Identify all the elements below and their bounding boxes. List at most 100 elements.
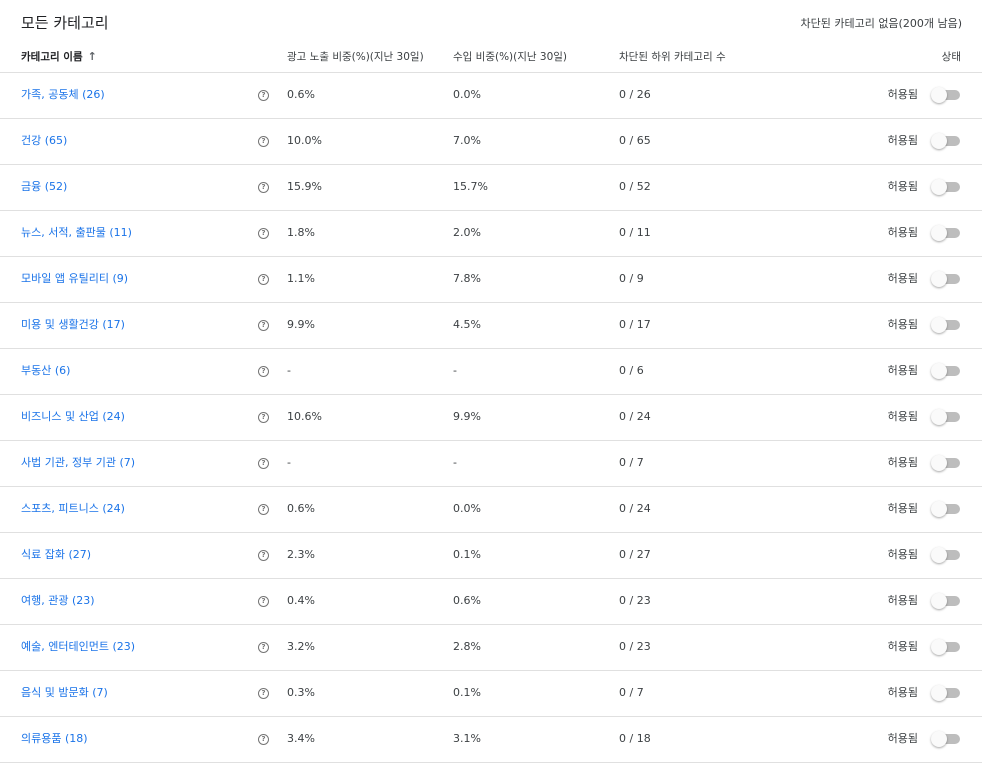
category-name-link[interactable]: 뉴스, 서적, 출판물 (11) bbox=[21, 225, 132, 241]
category-name-link[interactable]: 여행, 관광 (23) bbox=[21, 593, 95, 609]
category-name-link[interactable]: 비즈니스 및 산업 (24) bbox=[21, 409, 125, 425]
toggle-thumb bbox=[931, 639, 947, 655]
toggle-thumb bbox=[931, 363, 947, 379]
sort-ascending-icon[interactable]: ↑ bbox=[88, 49, 97, 65]
column-header-name[interactable]: 카테고리 이름 ↑ bbox=[21, 49, 97, 65]
category-name-link[interactable]: 모바일 앱 유틸리티 (9) bbox=[21, 271, 128, 287]
column-header-revenue[interactable]: 수입 비중(%)(지난 30일) bbox=[453, 49, 567, 65]
revenue-share: 0.0% bbox=[453, 88, 481, 101]
revenue-share: - bbox=[453, 456, 457, 469]
help-circle-icon[interactable]: ? bbox=[258, 182, 269, 193]
impression-share: - bbox=[287, 364, 291, 377]
impression-share: 9.9% bbox=[287, 318, 315, 331]
block-toggle[interactable] bbox=[931, 593, 961, 609]
category-name-link[interactable]: 부동산 (6) bbox=[21, 363, 70, 379]
table-header: 카테고리 이름 ↑ 광고 노출 비중(%)(지난 30일) 수입 비중(%)(지난… bbox=[0, 46, 982, 73]
toggle-thumb bbox=[931, 731, 947, 747]
help-circle-icon[interactable]: ? bbox=[258, 320, 269, 331]
status-label: 허용됨 bbox=[887, 640, 918, 653]
status-label: 허용됨 bbox=[887, 686, 918, 699]
help-circle-icon[interactable]: ? bbox=[258, 366, 269, 377]
category-name-link[interactable]: 식료 잡화 (27) bbox=[21, 547, 91, 563]
impression-share: 0.6% bbox=[287, 502, 315, 515]
block-toggle[interactable] bbox=[931, 685, 961, 701]
table-row: 건강 (65) ? 10.0% 7.0% 0 / 65 허용됨 bbox=[0, 119, 982, 165]
impression-share: 1.1% bbox=[287, 272, 315, 285]
blocked-subcategory-count: 0 / 23 bbox=[619, 594, 651, 607]
toggle-thumb bbox=[931, 547, 947, 563]
toggle-thumb bbox=[931, 225, 947, 241]
help-circle-icon[interactable]: ? bbox=[258, 90, 269, 101]
impression-share: - bbox=[287, 456, 291, 469]
block-toggle[interactable] bbox=[931, 133, 961, 149]
block-toggle[interactable] bbox=[931, 501, 961, 517]
block-toggle[interactable] bbox=[931, 179, 961, 195]
block-toggle[interactable] bbox=[931, 731, 961, 747]
status-label: 허용됨 bbox=[887, 272, 918, 285]
help-circle-icon[interactable]: ? bbox=[258, 458, 269, 469]
help-circle-icon[interactable]: ? bbox=[258, 734, 269, 745]
block-toggle[interactable] bbox=[931, 87, 961, 103]
category-name-link[interactable]: 가족, 공동체 (26) bbox=[21, 87, 105, 103]
block-toggle[interactable] bbox=[931, 547, 961, 563]
block-toggle[interactable] bbox=[931, 455, 961, 471]
category-name-link[interactable]: 음식 및 밤문화 (7) bbox=[21, 685, 108, 701]
blocked-subcategory-count: 0 / 18 bbox=[619, 732, 651, 745]
help-circle-icon[interactable]: ? bbox=[258, 228, 269, 239]
column-header-impressions[interactable]: 광고 노출 비중(%)(지난 30일) bbox=[287, 49, 424, 65]
category-name-link[interactable]: 예술, 엔터테인먼트 (23) bbox=[21, 639, 135, 655]
blocked-subcategory-count: 0 / 17 bbox=[619, 318, 651, 331]
table-row: 가족, 공동체 (26) ? 0.6% 0.0% 0 / 26 허용됨 bbox=[0, 73, 982, 119]
category-name-link[interactable]: 스포츠, 피트니스 (24) bbox=[21, 501, 125, 517]
category-name-link[interactable]: 미용 및 생활건강 (17) bbox=[21, 317, 125, 333]
help-circle-icon[interactable]: ? bbox=[258, 274, 269, 285]
impression-share: 10.0% bbox=[287, 134, 322, 147]
category-name-link[interactable]: 사법 기관, 정부 기관 (7) bbox=[21, 455, 135, 471]
table-row: 스포츠, 피트니스 (24) ? 0.6% 0.0% 0 / 24 허용됨 bbox=[0, 487, 982, 533]
block-toggle[interactable] bbox=[931, 271, 961, 287]
help-circle-icon[interactable]: ? bbox=[258, 412, 269, 423]
impression-share: 3.4% bbox=[287, 732, 315, 745]
revenue-share: 4.5% bbox=[453, 318, 481, 331]
help-circle-icon[interactable]: ? bbox=[258, 550, 269, 561]
category-name-link[interactable]: 의류용품 (18) bbox=[21, 731, 88, 747]
revenue-share: 7.0% bbox=[453, 134, 481, 147]
category-blocking-panel: 모든 카테고리 차단된 카테고리 없음(200개 남음) 카테고리 이름 ↑ 광고… bbox=[0, 0, 982, 766]
revenue-share: - bbox=[453, 364, 457, 377]
block-toggle[interactable] bbox=[931, 409, 961, 425]
help-circle-icon[interactable]: ? bbox=[258, 642, 269, 653]
status-label: 허용됨 bbox=[887, 134, 918, 147]
help-circle-icon[interactable]: ? bbox=[258, 136, 269, 147]
block-toggle[interactable] bbox=[931, 225, 961, 241]
status-label: 허용됨 bbox=[887, 732, 918, 745]
revenue-share: 7.8% bbox=[453, 272, 481, 285]
revenue-share: 2.0% bbox=[453, 226, 481, 239]
blocked-subcategory-count: 0 / 23 bbox=[619, 640, 651, 653]
block-toggle[interactable] bbox=[931, 363, 961, 379]
category-name-link[interactable]: 건강 (65) bbox=[21, 133, 67, 149]
revenue-share: 0.1% bbox=[453, 548, 481, 561]
revenue-share: 0.6% bbox=[453, 594, 481, 607]
help-circle-icon[interactable]: ? bbox=[258, 688, 269, 699]
status-label: 허용됨 bbox=[887, 180, 918, 193]
help-circle-icon[interactable]: ? bbox=[258, 504, 269, 515]
toggle-thumb bbox=[931, 87, 947, 103]
table-row: 사법 기관, 정부 기관 (7) ? - - 0 / 7 허용됨 bbox=[0, 441, 982, 487]
table-row: 예술, 엔터테인먼트 (23) ? 3.2% 2.8% 0 / 23 허용됨 bbox=[0, 625, 982, 671]
blocked-subcategory-count: 0 / 11 bbox=[619, 226, 651, 239]
impression-share: 10.6% bbox=[287, 410, 322, 423]
table-row: 의류용품 (18) ? 3.4% 3.1% 0 / 18 허용됨 bbox=[0, 717, 982, 763]
status-label: 허용됨 bbox=[887, 456, 918, 469]
table-row: 금융 (52) ? 15.9% 15.7% 0 / 52 허용됨 bbox=[0, 165, 982, 211]
blocked-subcategory-count: 0 / 65 bbox=[619, 134, 651, 147]
block-toggle[interactable] bbox=[931, 639, 961, 655]
category-name-link[interactable]: 금융 (52) bbox=[21, 179, 67, 195]
status-label: 허용됨 bbox=[887, 226, 918, 239]
blocked-subcategory-count: 0 / 24 bbox=[619, 502, 651, 515]
toggle-thumb bbox=[931, 501, 947, 517]
status-label: 허용됨 bbox=[887, 364, 918, 377]
block-toggle[interactable] bbox=[931, 317, 961, 333]
column-header-blocked-subcategories[interactable]: 차단된 하위 카테고리 수 bbox=[619, 49, 726, 65]
help-circle-icon[interactable]: ? bbox=[258, 596, 269, 607]
revenue-share: 15.7% bbox=[453, 180, 488, 193]
